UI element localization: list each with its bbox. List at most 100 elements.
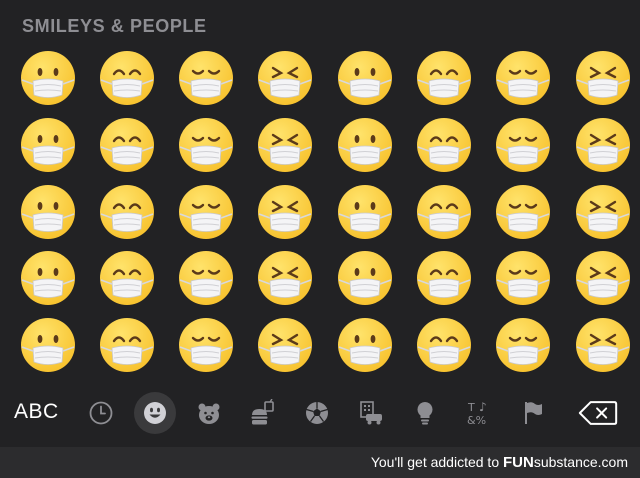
star-struck-face-mask-emoji-icon — [496, 51, 550, 105]
flag-icon — [525, 402, 542, 424]
emoji-key[interactable] — [412, 313, 476, 377]
emoji-key[interactable] — [333, 313, 397, 377]
category-recent-button[interactable] — [80, 392, 122, 434]
backspace-button[interactable] — [576, 396, 620, 430]
emoji-key[interactable] — [333, 46, 397, 110]
smiling-face-mask-emoji-icon — [21, 185, 75, 239]
emoji-key[interactable] — [571, 180, 635, 244]
emoji-key[interactable] — [253, 313, 317, 377]
winking-tongue-face-mask-emoji-icon — [338, 318, 392, 372]
emoji-key[interactable] — [253, 246, 317, 310]
monocle-face-mask-emoji-icon — [417, 185, 471, 239]
laughing-x-eyes-face-mask-emoji-icon — [21, 318, 75, 372]
emoji-key[interactable] — [491, 313, 555, 377]
emoji-key[interactable] — [174, 246, 238, 310]
smiling-face-with-hearts-mask-emoji-icon — [258, 118, 312, 172]
section-title: SMILEYS & PEOPLE — [22, 16, 207, 36]
emoji-key[interactable] — [412, 46, 476, 110]
emoji-key[interactable] — [95, 180, 159, 244]
emoji-key[interactable] — [16, 113, 80, 177]
emoji-key[interactable] — [95, 313, 159, 377]
symbols-icon: T ♪ &% — [467, 400, 487, 427]
grin-face-mask-emoji-icon — [496, 251, 550, 305]
emoji-key[interactable] — [491, 246, 555, 310]
bear-icon — [198, 403, 220, 424]
emoji-key[interactable] — [95, 246, 159, 310]
emoji-key[interactable] — [253, 46, 317, 110]
beaming-face-mask-emoji-icon — [21, 251, 75, 305]
kissing-face-mask-emoji-icon — [258, 185, 312, 239]
emoji-key[interactable] — [253, 113, 317, 177]
soccer-ball-icon — [306, 402, 328, 424]
svg-text:T: T — [467, 401, 475, 414]
abc-keyboard-button[interactable]: ABC — [14, 400, 59, 424]
emoji-key[interactable] — [571, 313, 635, 377]
raised-eyebrow-face-mask-emoji-icon — [417, 118, 471, 172]
category-flags-button[interactable] — [512, 392, 554, 434]
emoji-key[interactable] — [174, 113, 238, 177]
emoji-key[interactable] — [412, 180, 476, 244]
svg-text:&%: &% — [467, 414, 486, 427]
category-objects-button[interactable] — [404, 392, 446, 434]
emoji-key[interactable] — [16, 180, 80, 244]
emoji-key[interactable] — [174, 313, 238, 377]
sad-face-mask-emoji-icon — [576, 118, 630, 172]
watermark-brand-bold: FUN — [503, 454, 534, 471]
sunglasses-face-mask-emoji-icon — [417, 318, 471, 372]
backspace-icon — [578, 401, 618, 425]
emoji-key[interactable] — [16, 313, 80, 377]
winking-face-mask-emoji-icon — [179, 251, 233, 305]
emoji-key[interactable] — [174, 46, 238, 110]
sweat-smile-face-mask-emoji-icon — [100, 51, 154, 105]
category-animals-button[interactable] — [188, 392, 230, 434]
watermark-prefix: You'll get addicted to — [370, 454, 503, 470]
emoji-key[interactable] — [412, 246, 476, 310]
zany-face-mask-emoji-icon — [417, 51, 471, 105]
emoji-key[interactable] — [333, 180, 397, 244]
emoji-key[interactable] — [571, 46, 635, 110]
watermark-text: You'll get addicted to FUNsubstance.com — [371, 454, 628, 471]
keyboard-toolbar: ABC T ♪ &% — [0, 386, 640, 440]
content-face-mask-emoji-icon — [179, 318, 233, 372]
emoji-key[interactable] — [253, 180, 317, 244]
grinning-squint-face-mask-emoji-icon — [496, 185, 550, 239]
squinting-tongue-face-mask-emoji-icon — [338, 251, 392, 305]
tears-of-joy-face-mask-emoji-icon — [100, 118, 154, 172]
happy-face-mask-emoji-icon — [100, 251, 154, 305]
emoji-key[interactable] — [16, 246, 80, 310]
emoji-key[interactable] — [333, 246, 397, 310]
category-smileys-button[interactable] — [134, 392, 176, 434]
svg-text:♪: ♪ — [479, 400, 487, 414]
upside-down-face-mask-emoji-icon — [179, 185, 233, 239]
emoji-key[interactable] — [412, 113, 476, 177]
emoji-key[interactable] — [571, 246, 635, 310]
emoji-key[interactable] — [571, 113, 635, 177]
emoji-key[interactable] — [174, 180, 238, 244]
smiley-icon — [144, 402, 166, 424]
burger-icon — [251, 399, 274, 425]
category-travel-button[interactable] — [350, 392, 392, 434]
emoji-key[interactable] — [16, 46, 80, 110]
emoji-key[interactable] — [491, 180, 555, 244]
smile-eyes-face-mask-emoji-icon — [100, 318, 154, 372]
squint-face-mask-emoji-icon — [496, 318, 550, 372]
category-activity-button[interactable] — [296, 392, 338, 434]
relieved-smile-face-mask-emoji-icon — [338, 51, 392, 105]
pensive-face-mask-emoji-icon — [576, 51, 630, 105]
lightbulb-icon — [417, 402, 433, 425]
category-food-button[interactable] — [242, 392, 284, 434]
nerd-face-mask-emoji-icon — [417, 251, 471, 305]
category-symbols-button[interactable]: T ♪ &% — [458, 392, 500, 434]
watermark-brand-rest: substance.com — [533, 454, 628, 470]
partying-face-mask-emoji-icon — [496, 118, 550, 172]
emoji-key[interactable] — [333, 113, 397, 177]
smiling-closed-eyes-face-mask-emoji-icon — [338, 118, 392, 172]
heart-eyes-face-mask-emoji-icon — [258, 51, 312, 105]
emoji-key[interactable] — [95, 46, 159, 110]
plain-face-mask-emoji-icon — [576, 318, 630, 372]
emoji-key[interactable] — [491, 113, 555, 177]
emoji-key[interactable] — [491, 46, 555, 110]
emoji-key[interactable] — [95, 113, 159, 177]
expressionless-face-mask-emoji-icon — [258, 251, 312, 305]
rolling-laughing-face-mask-emoji-icon — [100, 185, 154, 239]
